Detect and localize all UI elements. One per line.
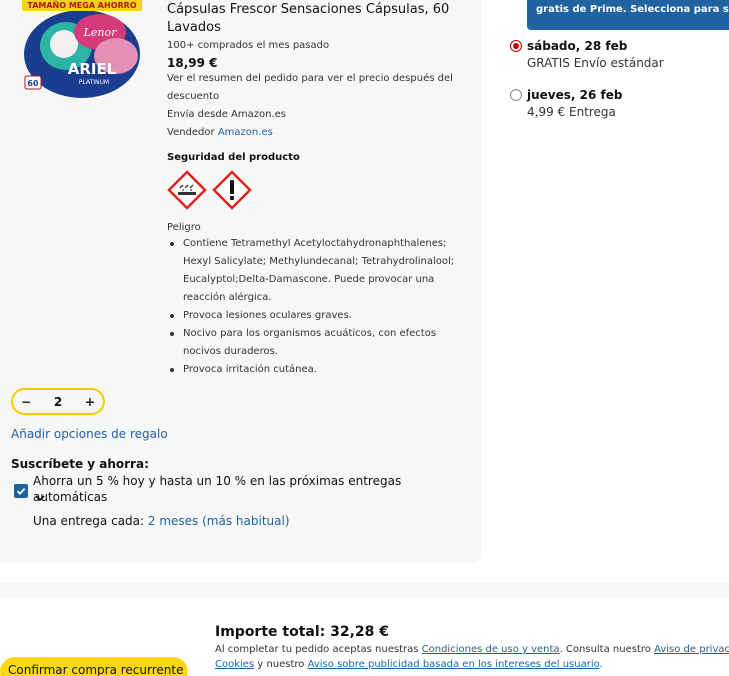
svg-text:Lenor: Lenor [83,26,118,39]
seller-label: Vendedor [167,127,215,138]
frequency-label: Una entrega cada: [33,514,145,528]
shipping-date: jueves, 26 feb [527,88,623,102]
terms-link[interactable]: Condiciones de uso y venta [422,644,560,655]
ghs-pictograms [167,170,467,210]
legal-text: Al completar tu pedido aceptas nuestras … [215,642,729,672]
hazard-list: Contiene Tetramethyl Acetyloctahydronaph… [167,235,467,379]
product-title[interactable]: Cápsulas Frescor Sensaciones Cápsulas, 6… [167,1,467,37]
prime-banner[interactable]: gratis de Prime. Selecciona para saber [527,0,729,30]
subscribe-text: Ahorra un 5 % hoy y hasta un 10 % en las… [33,474,402,504]
gift-options-link[interactable]: Añadir opciones de regalo [11,427,168,441]
confirm-purchase-button[interactable]: Confirmar compra recurrente [0,657,188,676]
shipping-option-2[interactable]: jueves, 26 feb 4,99 € Entrega [510,87,622,121]
shipping-type: GRATIS Envío estándar [527,56,664,70]
product-image: TAMAÑO MEGA AHORRO Lenor ARIEL PLATINUM … [22,0,142,100]
plus-button[interactable]: + [85,395,95,409]
seller-link[interactable]: Amazon.es [218,127,273,138]
subscribe-title: Suscríbete y ahorra: [11,457,149,471]
subscribe-checkbox[interactable] [14,484,28,498]
product-details: Cápsulas Frescor Sensaciones Cápsulas, 6… [167,0,467,379]
chevron-down-icon[interactable] [34,493,46,503]
quantity-value: 2 [53,394,63,409]
hazard-item: Provoca irritación cutánea. [167,361,467,379]
quantity-stepper: − 2 + [11,388,105,415]
price-note: Ver el resumen del pedido para ver el pr… [167,73,453,102]
ads-link[interactable]: Aviso sobre publicidad basada en los int… [308,659,600,670]
purchase-count: 100+ comprados el mes pasado [167,40,330,51]
hazard-item: Provoca lesiones oculares graves. [167,307,467,325]
danger-label: Peligro [167,222,201,233]
shipping-date: sábado, 28 feb [527,39,628,53]
hazard-item: Nocivo para los organismos acuáticos, co… [167,325,467,361]
image-badge-text: TAMAÑO MEGA AHORRO [27,0,136,10]
safety-title: Seguridad del producto [167,152,300,163]
shipping-option-1[interactable]: sábado, 28 feb GRATIS Envío estándar [510,38,664,72]
product-price: 18,99 € [167,56,218,70]
shipping-type: 4,99 € Entrega [527,105,616,119]
minus-button[interactable]: − [21,395,31,409]
delivery-frequency: Una entrega cada: 2 meses (más habitual) [33,514,290,528]
corrosion-hazard-icon [167,170,207,210]
ships-from: Envía desde Amazon.es [167,109,287,120]
radio-selected[interactable] [510,40,522,52]
cookies-link[interactable]: Cookies [215,659,254,670]
frequency-select[interactable]: 2 meses (más habitual) [148,514,290,528]
section-divider [0,583,729,598]
product-card: TAMAÑO MEGA AHORRO Lenor ARIEL PLATINUM … [0,0,481,563]
order-total: Importe total: 32,28 € [215,624,390,640]
svg-text:ARIEL: ARIEL [68,60,117,78]
exclamation-hazard-icon [212,170,252,210]
privacy-link[interactable]: Aviso de privacidad [654,644,729,655]
hazard-item: Contiene Tetramethyl Acetyloctahydronaph… [167,235,467,307]
radio-unselected[interactable] [510,89,522,101]
checkmark-icon [16,487,26,495]
seller: Vendedor Amazon.es [167,124,467,142]
svg-text:PLATINUM: PLATINUM [79,79,109,86]
svg-text:60: 60 [27,79,39,88]
